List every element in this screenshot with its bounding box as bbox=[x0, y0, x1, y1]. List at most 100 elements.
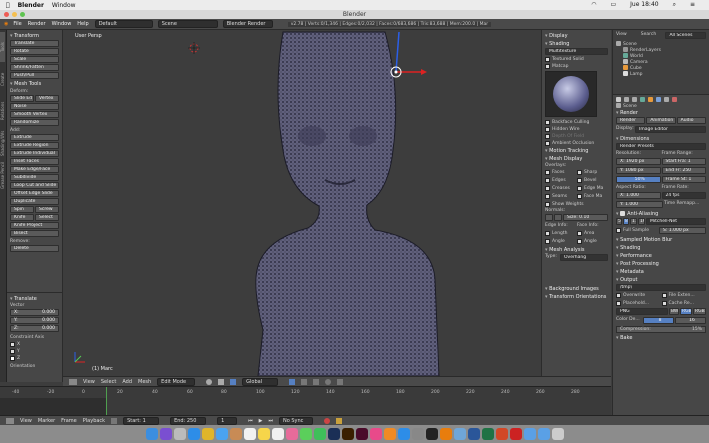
compression-slider[interactable]: Compression: 15% bbox=[616, 326, 706, 333]
tab-tools[interactable]: Tools bbox=[0, 32, 5, 62]
resolution-percent-field[interactable]: 50% bbox=[616, 176, 661, 183]
constraint-z-checkbox[interactable]: Z bbox=[10, 355, 59, 362]
tab-relations[interactable]: Relations bbox=[0, 96, 5, 126]
play-icon[interactable]: ▶ bbox=[259, 418, 263, 424]
3d-viewport[interactable]: User Persp (1) Marc bbox=[63, 30, 541, 376]
matcap-preview[interactable] bbox=[545, 71, 597, 117]
preview-range-icon[interactable] bbox=[111, 417, 118, 424]
menu-help[interactable]: Help bbox=[77, 21, 88, 27]
aa-samples-8[interactable]: 8 bbox=[623, 218, 629, 225]
timeline-menu-marker[interactable]: Marker bbox=[38, 418, 55, 424]
start-frame-field[interactable]: Start Fra: 1 bbox=[661, 158, 706, 165]
overlay-creases-checkbox[interactable]: Creases bbox=[545, 185, 576, 192]
edge-select-mode-icon[interactable] bbox=[301, 378, 308, 385]
terminal-icon[interactable] bbox=[425, 428, 438, 440]
safari-icon[interactable] bbox=[187, 428, 200, 440]
folder-icon[interactable] bbox=[523, 428, 536, 440]
subdivide-button[interactable]: Subdivide bbox=[10, 174, 59, 181]
close-window-button[interactable] bbox=[4, 12, 9, 17]
motion-tracking-title[interactable]: Motion Tracking bbox=[545, 147, 608, 155]
color-depth-8[interactable]: 8 bbox=[643, 317, 674, 324]
blender-icon[interactable] bbox=[439, 428, 452, 440]
render-tab-icon[interactable] bbox=[616, 97, 621, 102]
data-tab-icon[interactable] bbox=[664, 97, 669, 102]
notes-icon[interactable] bbox=[257, 428, 270, 440]
backface-culling-checkbox[interactable]: Backface Culling bbox=[545, 119, 608, 126]
analysis-type-select[interactable]: Overhang bbox=[560, 254, 608, 261]
wifi-icon[interactable]: ◠ bbox=[591, 1, 596, 9]
shading-mode-select[interactable]: Multitexture bbox=[545, 48, 608, 55]
outliner-display-mode[interactable]: All Scenes bbox=[665, 32, 707, 39]
constraint-x-checkbox[interactable]: X bbox=[10, 341, 59, 348]
shading-panel-title[interactable]: Shading bbox=[545, 40, 608, 48]
face-select-mode-icon[interactable] bbox=[313, 378, 320, 385]
search-icon[interactable]: ⌕ bbox=[673, 1, 676, 9]
manipulator-icon[interactable] bbox=[230, 378, 237, 385]
fps-select[interactable]: 24 fps bbox=[661, 192, 706, 199]
mesh-analysis-title[interactable]: Mesh Analysis bbox=[545, 246, 608, 254]
outliner-item-lamp[interactable]: Lamp bbox=[616, 71, 706, 77]
proportional-edit-icon[interactable] bbox=[325, 378, 332, 385]
end-frame-field[interactable]: End: 250 bbox=[170, 416, 207, 425]
animation-button[interactable]: Animation bbox=[646, 117, 676, 124]
indesign-icon[interactable] bbox=[355, 428, 368, 440]
extrude-region-button[interactable]: Extrude Region bbox=[10, 142, 59, 149]
jump-end-icon[interactable]: ⏭ bbox=[268, 418, 273, 424]
bust-mesh[interactable] bbox=[255, 31, 440, 376]
edge-angle-checkbox[interactable]: Angle bbox=[545, 238, 576, 245]
constraint-y-checkbox[interactable]: Y bbox=[10, 348, 59, 355]
transform-panel-title[interactable]: Transform bbox=[10, 32, 59, 40]
scene-tab-icon[interactable] bbox=[632, 97, 637, 102]
face-angle-checkbox[interactable]: Angle bbox=[577, 238, 608, 245]
launchpad-icon[interactable] bbox=[173, 428, 186, 440]
checkbox-icon[interactable] bbox=[620, 211, 626, 216]
knife-project-button[interactable]: Knife Project bbox=[10, 222, 59, 229]
frame-step-field[interactable]: Frame St: 1 bbox=[661, 176, 706, 183]
illustrator-icon[interactable] bbox=[341, 428, 354, 440]
knife-button[interactable]: Knife bbox=[10, 214, 34, 221]
loop-cut-slide-button[interactable]: Loop Cut and Slide bbox=[10, 182, 59, 189]
end-frame-field[interactable]: End Fr: 250 bbox=[661, 167, 706, 174]
knife-select-button[interactable]: Select bbox=[35, 214, 59, 221]
vertex-select-mode-icon[interactable] bbox=[289, 378, 296, 385]
randomize-button[interactable]: Randomize bbox=[10, 119, 59, 126]
aa-samples-16[interactable]: 16 bbox=[638, 218, 645, 225]
matcap-checkbox[interactable]: Matcap bbox=[545, 63, 608, 70]
menu-list-icon[interactable]: ≡ bbox=[690, 1, 695, 9]
overlay-seams-checkbox[interactable]: Seams bbox=[545, 193, 576, 200]
textured-solid-checkbox[interactable]: Textured Solid bbox=[545, 56, 608, 63]
timeline-menu-playback[interactable]: Playback bbox=[83, 418, 105, 424]
normals-vertex-button[interactable] bbox=[545, 214, 553, 221]
mac-clock[interactable]: Jue 18:40 bbox=[630, 1, 658, 9]
face-area-checkbox[interactable]: Area bbox=[577, 230, 608, 237]
metadata-title[interactable]: Metadata bbox=[616, 268, 706, 276]
placeholders-checkbox[interactable]: Placehold... bbox=[616, 300, 661, 307]
menu-window[interactable]: Window bbox=[52, 21, 72, 27]
timeline-menu-view[interactable]: View bbox=[20, 418, 32, 424]
mesh-tools-title[interactable]: Mesh Tools bbox=[10, 80, 59, 88]
timeline-editor-icon[interactable] bbox=[6, 417, 14, 424]
bisect-button[interactable]: Bisect bbox=[10, 230, 59, 237]
delete-button[interactable]: Delete bbox=[10, 245, 59, 252]
duplicate-button[interactable]: Duplicate bbox=[10, 198, 59, 205]
overlay-bevel-checkbox[interactable]: Bevel bbox=[577, 177, 608, 184]
inset-faces-button[interactable]: Inset Faces bbox=[10, 158, 59, 165]
viewport-menu-view[interactable]: View bbox=[83, 379, 95, 385]
aspect-y-field[interactable]: Y: 1.000 bbox=[616, 201, 663, 208]
resolution-y-field[interactable]: Y: 1080 px bbox=[616, 167, 661, 174]
color-rgb-button[interactable]: RGB bbox=[680, 308, 692, 315]
push-pull-button[interactable]: Push/Pull bbox=[10, 72, 59, 79]
mac-menu-window[interactable]: Window bbox=[52, 2, 76, 9]
itunes-icon[interactable] bbox=[369, 428, 382, 440]
output-title[interactable]: Output bbox=[616, 276, 706, 284]
messages-icon[interactable] bbox=[299, 428, 312, 440]
minimize-window-button[interactable] bbox=[12, 12, 17, 17]
file-extensions-checkbox[interactable]: File Exten... bbox=[661, 292, 707, 299]
render-presets-select[interactable]: Render Presets bbox=[616, 143, 706, 150]
3d-cursor-icon[interactable] bbox=[188, 42, 200, 54]
vector-z-field[interactable]: Z: 0.000 bbox=[10, 325, 59, 332]
snap-icon[interactable] bbox=[337, 378, 344, 385]
vector-y-field[interactable]: Y: 0.000 bbox=[10, 317, 59, 324]
timeline-menu-frame[interactable]: Frame bbox=[61, 418, 77, 424]
battery-icon[interactable]: ▭ bbox=[610, 1, 616, 9]
